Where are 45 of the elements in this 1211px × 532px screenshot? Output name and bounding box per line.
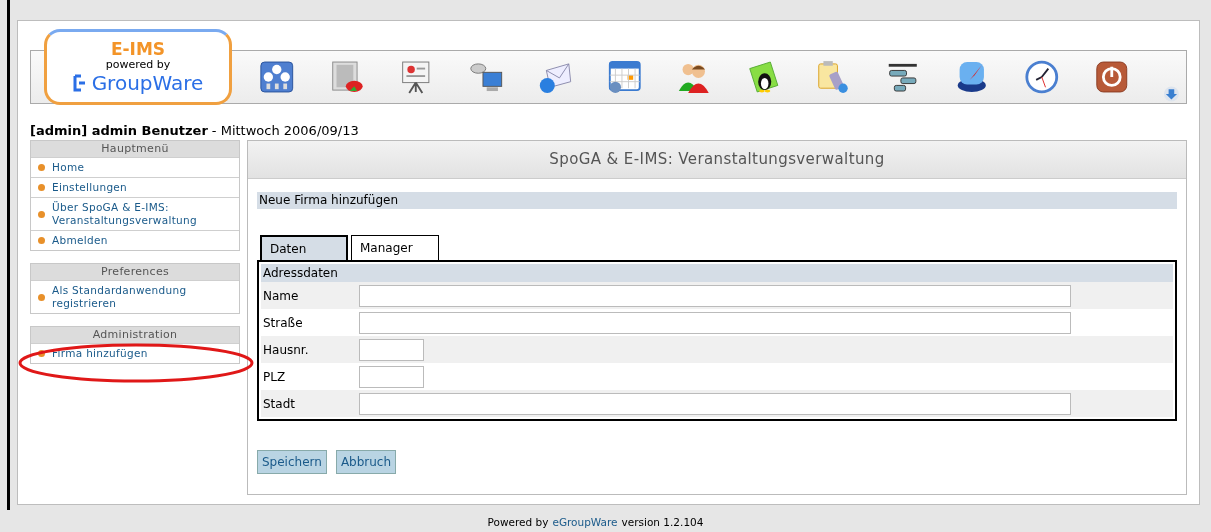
sidebar-section-title: Administration [31, 327, 239, 343]
logo-subtitle: powered by [105, 59, 171, 70]
bullet-icon [38, 184, 45, 191]
field-label: PLZ [262, 368, 287, 386]
sidebar-item[interactable]: Home [31, 157, 239, 177]
field-label: Name [262, 287, 300, 305]
form-button[interactable]: Speichern [257, 450, 327, 474]
power-icon[interactable] [1093, 58, 1130, 96]
footer-text: Powered by [487, 517, 549, 528]
bullet-icon [38, 164, 45, 171]
calendar-icon[interactable] [606, 58, 643, 96]
sidebar-section-title: Preferences [31, 264, 239, 280]
sidebar-item[interactable]: Einstellungen [31, 177, 239, 197]
sidebar-item[interactable]: Als Standardanwendung registrieren [31, 280, 239, 313]
text-field[interactable] [359, 392, 1071, 415]
sidebar-item[interactable]: Abmelden [31, 230, 239, 250]
bullet-icon [38, 210, 45, 218]
text-field[interactable] [359, 311, 1071, 334]
text-field[interactable] [359, 284, 1071, 307]
fieldset-legend: Adressdaten [261, 264, 1173, 282]
field-label: Stadt [262, 395, 296, 413]
clock-icon[interactable] [1024, 58, 1060, 96]
date-text: - Mittwoch 2006/09/13 [211, 124, 359, 137]
field-label: Hausnr. [262, 341, 310, 359]
clipboard-phone-icon[interactable] [815, 58, 851, 96]
bullet-icon [38, 293, 45, 301]
logo-brand: GroupWare [91, 73, 204, 93]
text-field[interactable] [359, 365, 424, 388]
footer-link[interactable]: eGroupWare [552, 517, 618, 528]
page-title: SpoGA & E-IMS: Veranstaltungsverwaltung [248, 141, 1186, 179]
form-button[interactable]: Abbruch [335, 450, 397, 474]
sidebar-item[interactable]: Über SpoGA & E-IMS: Veranstaltungsverwaltung [31, 197, 239, 230]
footer-text: version 1.2.104 [621, 517, 704, 528]
tab[interactable]: Manager [351, 235, 439, 260]
user-name: [admin] admin Benutzer [30, 124, 208, 137]
logo-title: E-IMS [110, 41, 166, 58]
bullet-icon [38, 350, 45, 357]
field-label: Straße [262, 314, 304, 332]
text-field[interactable] [359, 338, 424, 361]
bullet-icon [38, 237, 45, 244]
section-title: Neue Firma hinzufügen [257, 192, 1177, 209]
dials-icon[interactable] [259, 58, 295, 96]
tab[interactable]: Daten [260, 235, 348, 260]
logo-mark-icon [72, 74, 87, 92]
sidebar-section-title: Hauptmenü [31, 141, 239, 157]
